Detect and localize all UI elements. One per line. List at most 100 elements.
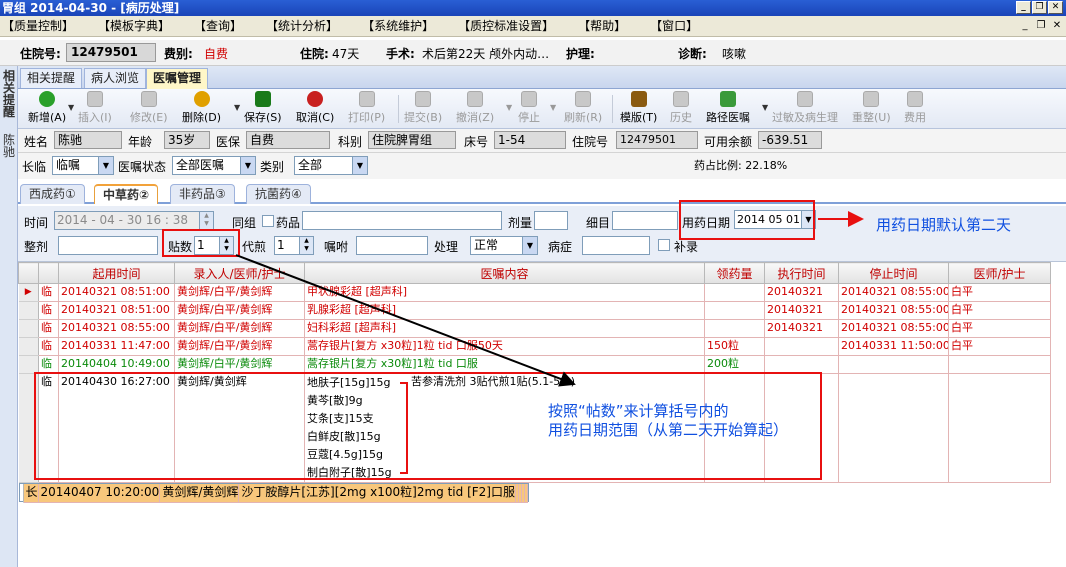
save-button[interactable]: 保存(S) [244, 91, 282, 125]
reorganize-button[interactable]: 重整(U) [852, 91, 891, 125]
decoct-stepper[interactable]: 1 ▲ ▼ [274, 236, 314, 255]
tab-reminders[interactable]: 相关提醒 [20, 68, 83, 88]
refresh-button[interactable]: 刷新(R) [564, 91, 602, 125]
submit-button[interactable]: 提交(B) [404, 91, 442, 125]
drug-input[interactable] [302, 211, 502, 230]
dose-input[interactable] [534, 211, 568, 230]
minimize-button[interactable]: _ [1016, 1, 1031, 14]
menu-window[interactable]: 【窗口】 [650, 16, 698, 37]
restore-button[interactable]: ❐ [1032, 1, 1047, 14]
col-type[interactable] [38, 262, 59, 284]
child-restore-button[interactable]: ❐ [1034, 19, 1048, 33]
order-content: 蒿存银片[复方 x30粒]1粒 tid 口服 [304, 355, 705, 374]
table-row[interactable]: 临 20140321 08:51:00 黄剑辉/白平/黄剑辉 乳腺彩超 [超声科] 20… [18, 301, 1051, 320]
menu-system-maintenance[interactable]: 【系统维护】 [362, 16, 434, 37]
instruction-input[interactable] [356, 236, 428, 255]
table-row-herbal[interactable]: 临 20140430 16:27:00 黄剑辉/黄剑辉 地肤子[15g]15g 黄芩[散… [18, 373, 1051, 483]
disease-label: 病症 [548, 240, 573, 254]
allergy-button[interactable]: 过敏及病生理 [772, 91, 838, 125]
fee-button[interactable]: 费用 [904, 91, 926, 125]
order-content: 乳腺彩超 [超声科] [304, 301, 705, 320]
table-row[interactable]: 临 20140321 08:55:00 黄剑辉/白平/黄剑辉 妇科彩超 [超声科] 20… [18, 319, 1051, 338]
edit-button[interactable]: 修改(E) [130, 91, 168, 125]
packets-stepper[interactable]: 1 ▲ ▼ [194, 236, 234, 255]
quantity [704, 283, 765, 302]
table-row[interactable]: 临 20140404 10:49:00 黄剑辉/白平/黄剑辉 蒿存银片[复方 x30粒… [18, 355, 1051, 374]
menu-help[interactable]: 【帮助】 [578, 16, 626, 37]
cancel-button[interactable]: 取消(C) [296, 91, 334, 125]
tab-patient-browse[interactable]: 病人浏览 [84, 68, 147, 88]
table-row-selected[interactable]: 长 20140407 10:20:00 黄剑辉/黄剑辉 沙丁胺醇片[江苏][2mg x… [18, 483, 529, 503]
close-button[interactable]: ✕ [1048, 1, 1063, 14]
col-entry-person[interactable]: 录入人/医师/护士 [174, 262, 305, 284]
fee-icon [907, 91, 923, 107]
supplement-checkbox[interactable] [658, 239, 670, 251]
detail-input[interactable] [612, 211, 678, 230]
doctor-nurse: 白平 [948, 319, 1051, 338]
process-select[interactable]: 正常 ▼ [470, 236, 538, 255]
col-stop-time[interactable]: 停止时间 [838, 262, 949, 284]
stop-button[interactable]: 停止 [518, 91, 540, 125]
disease-input[interactable] [582, 236, 650, 255]
drug-checkbox[interactable] [262, 215, 274, 227]
current-row-arrow-icon: ▶ [18, 283, 39, 302]
side-tab-reminders[interactable]: 相关提醒 [1, 70, 17, 118]
new-dropdown-arrow[interactable]: ▼ [68, 103, 74, 112]
balance-label: 可用余额 [704, 135, 753, 149]
category-label: 类别 [260, 160, 285, 174]
child-minimize-button[interactable]: _ [1018, 19, 1032, 33]
insert-button[interactable]: 插入(I) [78, 91, 112, 125]
formula-input[interactable] [58, 236, 158, 255]
patient-id-label: 住院号: [20, 47, 61, 61]
inpatient-no-value: 12479501 [616, 131, 698, 149]
new-button[interactable]: 新增(A) [28, 91, 66, 125]
path-order-button[interactable]: 路径医嘱 [706, 91, 750, 125]
menu-qc-standard[interactable]: 【质控标准设置】 [458, 16, 554, 37]
col-start-time[interactable]: 起用时间 [58, 262, 175, 284]
revoke-dropdown-arrow[interactable]: ▼ [506, 103, 512, 112]
stop-dropdown-arrow[interactable]: ▼ [550, 103, 556, 112]
diagnosis-label: 诊断: [678, 47, 707, 61]
table-row[interactable]: 临 20140331 11:47:00 黄剑辉/白平/黄剑辉 蒿存银片[复方 x30粒… [18, 337, 1051, 356]
delete-button[interactable]: 删除(D) [182, 91, 221, 125]
duration-select[interactable]: 临嘱 ▼ [52, 156, 114, 175]
tab-antibacterial[interactable]: 抗菌药④ [246, 184, 311, 204]
history-button[interactable]: 历史 [670, 91, 692, 125]
tab-western-medicine[interactable]: 西成药① [20, 184, 85, 204]
drug-category-tabs: 西成药① 中草药② 非药品③ 抗菌药④ [18, 182, 1066, 204]
menu-query[interactable]: 【查询】 [194, 16, 242, 37]
entry-person: 黄剑辉/白平/黄剑辉 [174, 337, 305, 356]
menu-quality-control[interactable]: 【质量控制】 [2, 16, 74, 37]
submit-icon [415, 91, 432, 107]
entry-person: 黄剑辉/白平/黄剑辉 [174, 355, 305, 374]
template-button[interactable]: 模版(T) [620, 91, 657, 125]
time-input[interactable]: 2014 - 04 - 30 16 : 38 ▲ ▼ [54, 211, 214, 230]
med-date-picker[interactable]: 2014 05 01 ▼ [734, 210, 816, 229]
row-indicator [18, 355, 39, 374]
tab-order-management[interactable]: 医嘱管理 [146, 68, 209, 89]
exec-time [764, 355, 839, 374]
side-tab-patient[interactable]: 陈驰 [1, 134, 17, 158]
order-status-select[interactable]: 全部医嘱 ▼ [172, 156, 256, 175]
col-order-content[interactable]: 医嘱内容 [304, 262, 705, 284]
child-close-button[interactable]: ✕ [1050, 19, 1064, 33]
col-doctor-nurse[interactable]: 医师/护士 [948, 262, 1051, 284]
herb-item: 制白附子[散]15g [307, 466, 392, 479]
category-select[interactable]: 全部 ▼ [294, 156, 368, 175]
col-quantity[interactable]: 领药量 [704, 262, 765, 284]
col-exec-time[interactable]: 执行时间 [764, 262, 839, 284]
tab-chinese-herbal[interactable]: 中草药② [94, 184, 159, 204]
revoke-button[interactable]: 撤消(Z) [456, 91, 494, 125]
menu-template-dict[interactable]: 【模板字典】 [98, 16, 170, 37]
quantity: 150粒 [704, 337, 765, 356]
insurance-label: 医保 [216, 135, 241, 149]
undo-icon [307, 91, 324, 107]
path-order-dropdown-arrow[interactable]: ▼ [762, 103, 768, 112]
menu-statistics[interactable]: 【统计分析】 [266, 16, 338, 37]
quantity [704, 319, 765, 338]
print-button[interactable]: 打印(P) [348, 91, 385, 125]
herb-item: 豆蔻[4.5g]15g [307, 448, 384, 461]
tab-non-drug[interactable]: 非药品③ [170, 184, 235, 204]
table-row[interactable]: ▶ 临 20140321 08:51:00 黄剑辉/白平/黄剑辉 甲状腺彩超 [超声科]… [18, 283, 1051, 302]
delete-dropdown-arrow[interactable]: ▼ [234, 103, 240, 112]
